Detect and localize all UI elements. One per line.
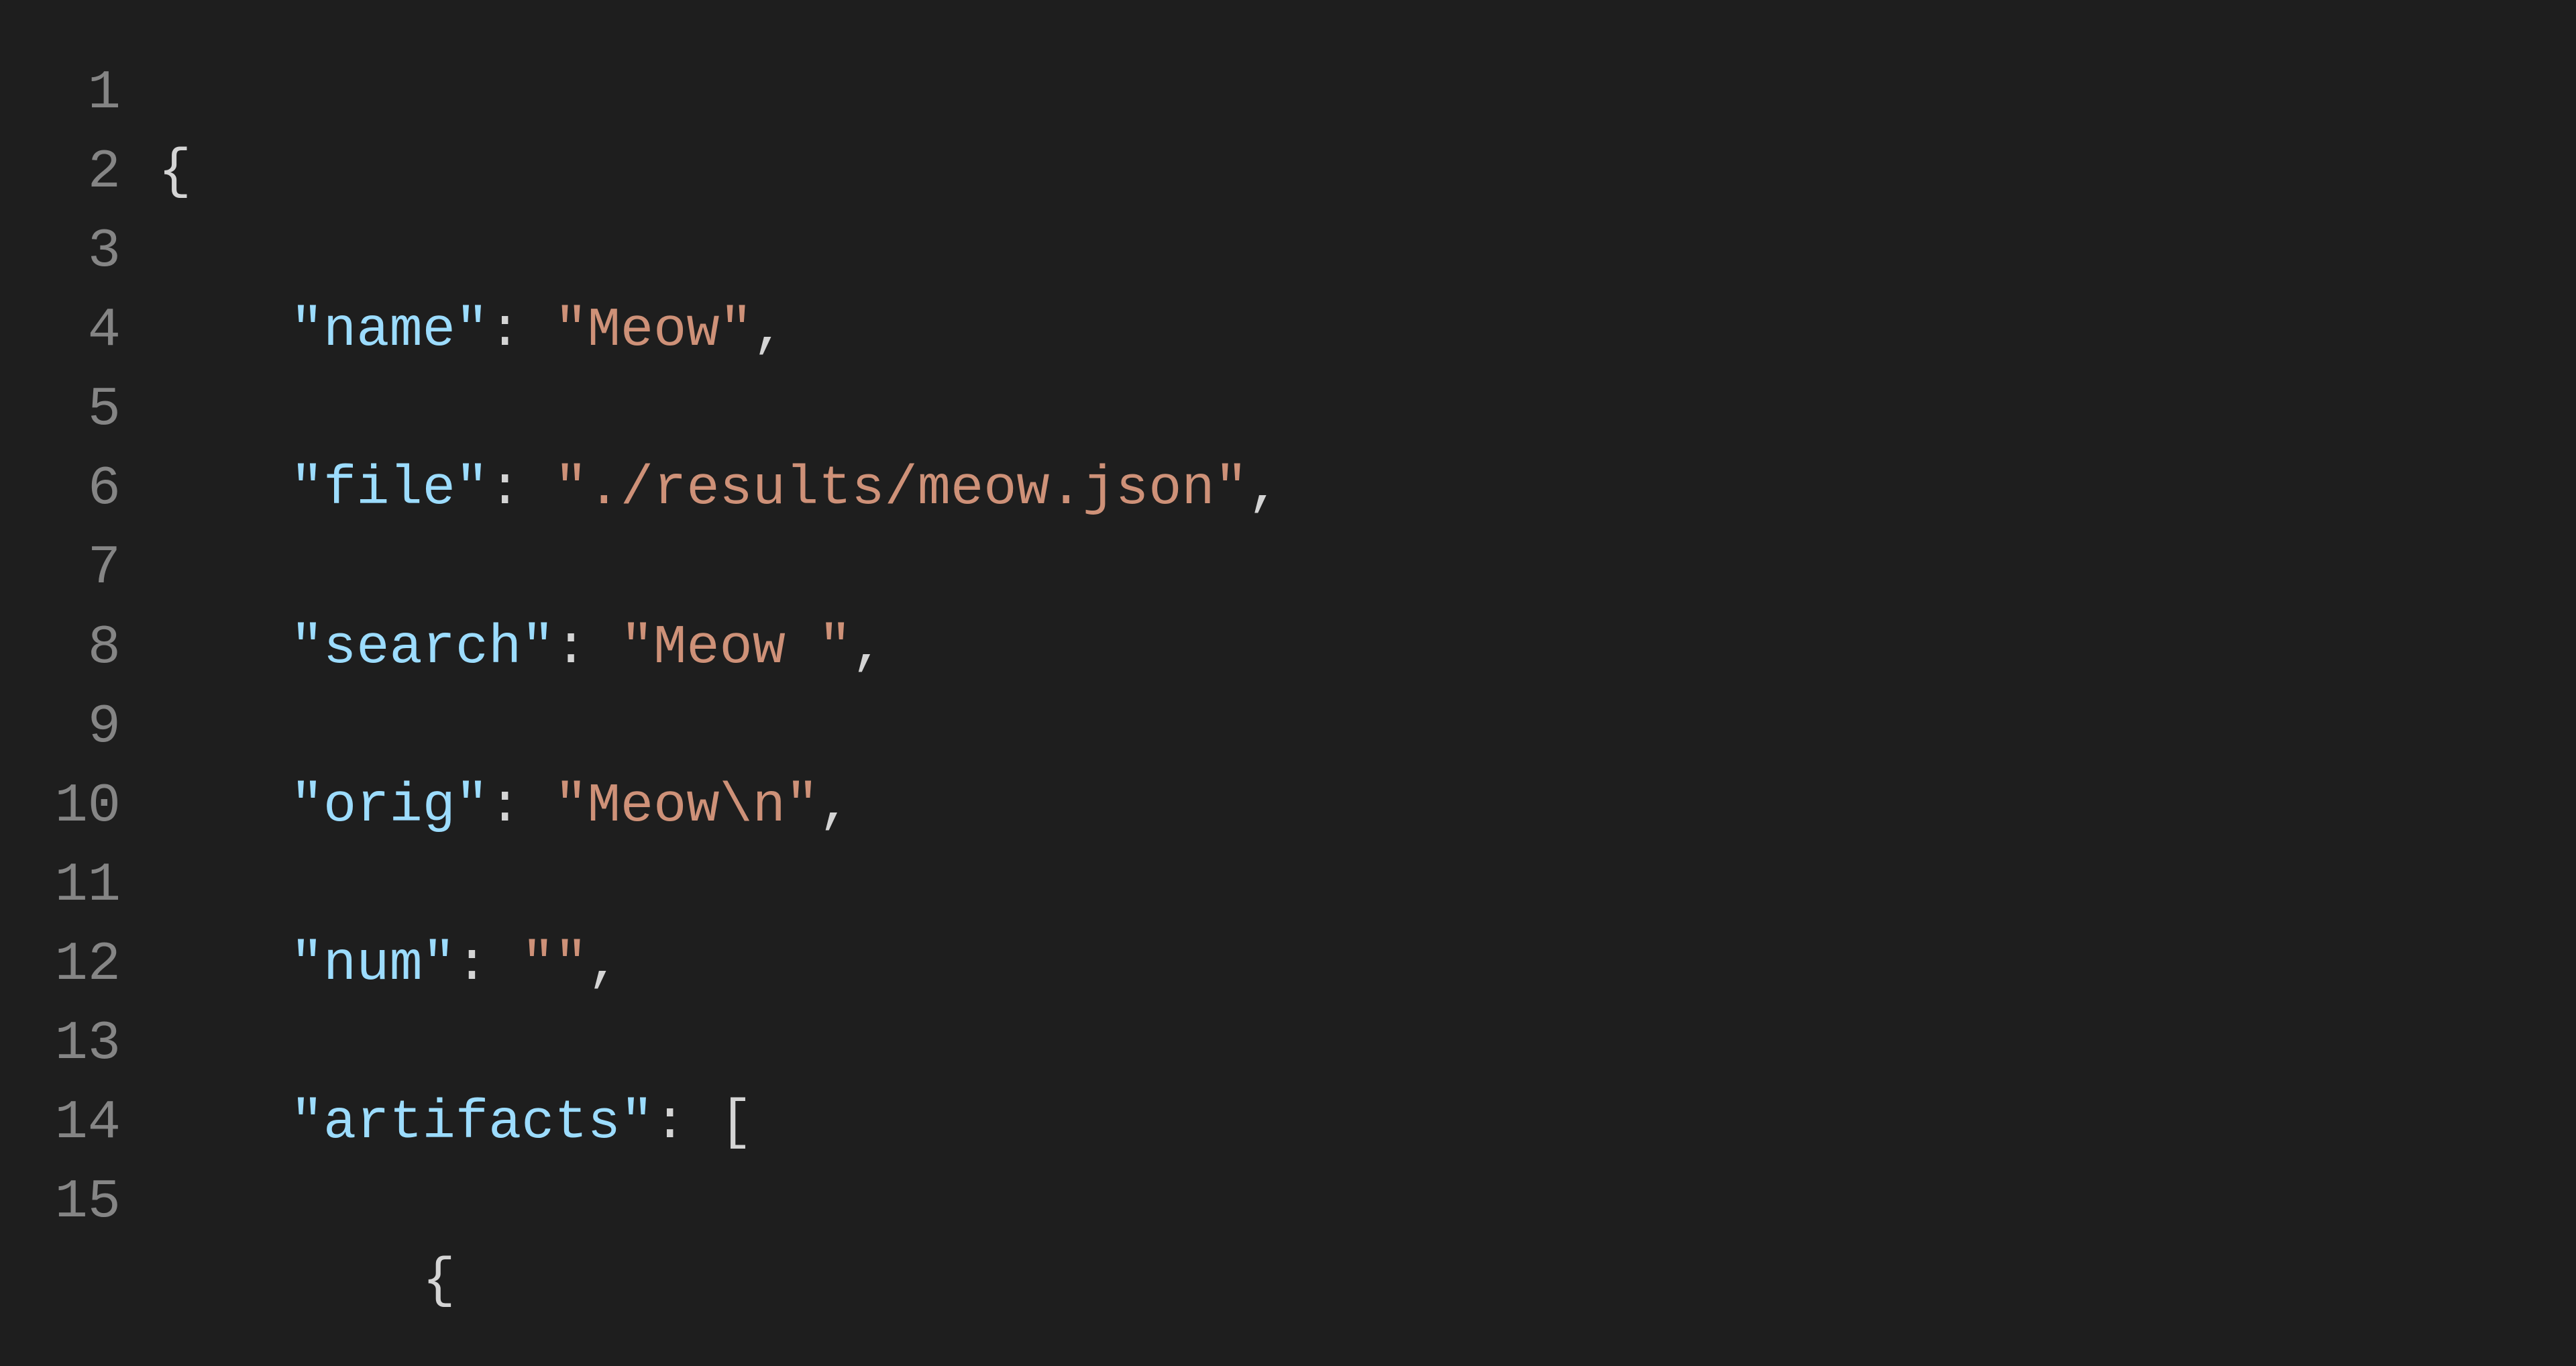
indent <box>158 299 290 362</box>
colon: : <box>488 299 554 362</box>
line-number: 15 <box>27 1163 121 1242</box>
line-number: 10 <box>27 767 121 846</box>
code-line[interactable]: "artifacts": [ <box>158 1084 2436 1163</box>
json-key: "orig" <box>290 775 488 837</box>
colon: : <box>555 617 621 679</box>
json-string: "Meow " <box>621 617 851 679</box>
line-number: 6 <box>27 450 121 529</box>
colon: : <box>653 1092 719 1154</box>
line-number: 8 <box>27 609 121 688</box>
indent <box>158 775 290 837</box>
comma: , <box>588 933 621 996</box>
comma: , <box>1248 458 1281 520</box>
json-key: "name" <box>290 299 488 362</box>
code-content[interactable]: { "name": "Meow", "file": "./results/meo… <box>158 54 2436 1366</box>
comma: , <box>818 775 851 837</box>
json-string: "Meow\n" <box>555 775 819 837</box>
bracket-open: [ <box>720 1092 753 1154</box>
code-line[interactable]: "file": "./results/meow.json", <box>158 450 2436 529</box>
indent <box>158 1092 290 1154</box>
colon: : <box>488 775 554 837</box>
code-line[interactable]: "search": "Meow ", <box>158 609 2436 688</box>
indent <box>158 458 290 520</box>
line-number: 13 <box>27 1004 121 1084</box>
indent <box>158 933 290 996</box>
colon: : <box>488 458 554 520</box>
code-line[interactable]: { <box>158 1242 2436 1321</box>
indent <box>158 1250 423 1312</box>
line-number: 5 <box>27 370 121 450</box>
line-number: 2 <box>27 133 121 212</box>
comma: , <box>851 617 884 679</box>
brace-open: { <box>158 141 191 203</box>
line-number: 11 <box>27 846 121 925</box>
line-number: 7 <box>27 529 121 608</box>
json-key: "num" <box>290 933 455 996</box>
json-key: "file" <box>290 458 488 520</box>
json-string: "./results/meow.json" <box>555 458 1248 520</box>
json-key: "artifacts" <box>290 1092 653 1154</box>
colon: : <box>455 933 521 996</box>
comma: , <box>753 299 786 362</box>
line-number: 3 <box>27 212 121 291</box>
json-string: "Meow" <box>555 299 753 362</box>
json-string: "" <box>521 933 587 996</box>
line-number: 12 <box>27 925 121 1004</box>
line-number-gutter: 1 2 3 4 5 6 7 8 9 10 11 12 13 14 15 <box>27 54 158 1366</box>
brace-open: { <box>423 1250 455 1312</box>
code-editor[interactable]: 1 2 3 4 5 6 7 8 9 10 11 12 13 14 15 { "n… <box>0 0 2576 1366</box>
line-number: 1 <box>27 54 121 133</box>
code-line[interactable]: "orig": "Meow\n", <box>158 767 2436 846</box>
indent <box>158 617 290 679</box>
line-number: 9 <box>27 688 121 767</box>
code-line[interactable]: "name": "Meow", <box>158 291 2436 370</box>
code-line[interactable]: { <box>158 133 2436 212</box>
json-key: "search" <box>290 617 555 679</box>
code-line[interactable]: "num": "", <box>158 925 2436 1004</box>
line-number: 4 <box>27 291 121 370</box>
line-number: 14 <box>27 1084 121 1163</box>
